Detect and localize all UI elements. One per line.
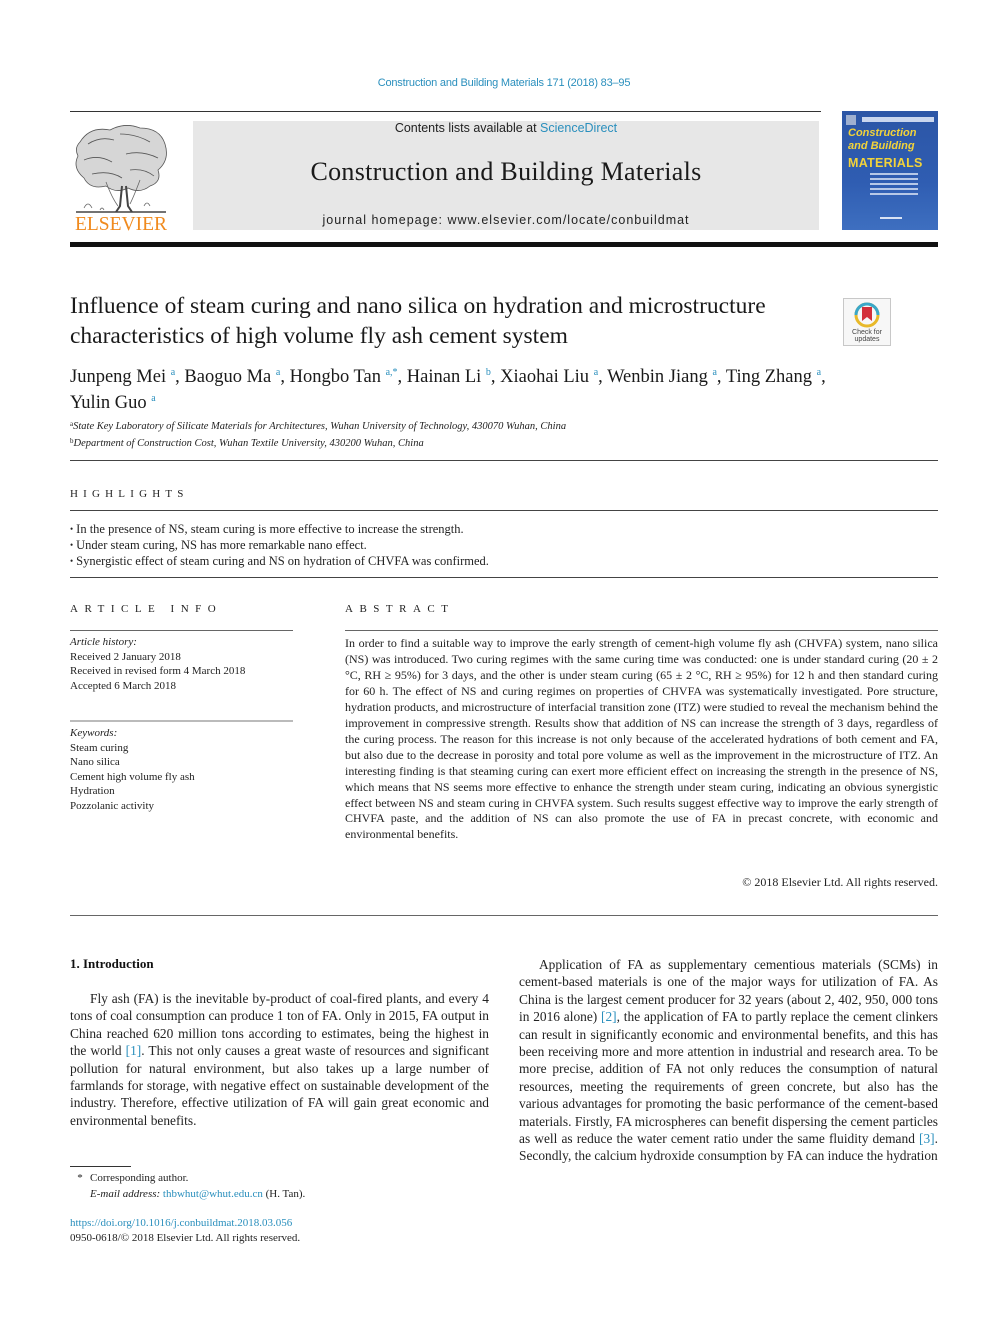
author-affiliation-marker[interactable]: a [171,367,175,378]
author-affiliation-marker[interactable]: a,* [386,367,398,378]
author-affiliation-marker[interactable]: a [151,393,155,404]
doi-block: https://doi.org/10.1016/j.conbuildmat.20… [70,1216,300,1246]
section-divider [70,510,938,511]
cover-top-bar [862,117,934,122]
contents-prefix: Contents lists available at [394,121,541,135]
sciencedirect-link[interactable]: ScienceDirect [540,121,617,135]
article-history: Article history: Received 2 January 2018… [70,635,245,693]
elsevier-logo[interactable]: ELSEVIER [70,120,172,235]
abstract-heading: ABSTRACT [345,603,455,615]
keywords-label: Keywords: [70,727,118,739]
article-info-divider [70,630,293,631]
body-paragraph-left: Fly ash (FA) is the inevitable by-produc… [70,990,489,1129]
email-label: E-mail address: [90,1188,161,1200]
check-updates-line-1: Check for [852,329,883,336]
highlights-list: In the presence of NS, steam curing is m… [70,521,930,569]
history-entry: Accepted 6 March 2018 [70,679,176,692]
journal-name: Construction and Building Materials [310,157,702,186]
citation-link[interactable]: [1] [126,1043,142,1058]
author-link[interactable]: Junpeng Mei [70,367,166,387]
journal-homepage-link[interactable]: journal homepage: www.elsevier.com/locat… [193,213,819,227]
cover-title: Construction and Building [848,127,916,153]
footnote-star: * [77,1172,83,1184]
author-link[interactable]: Hainan Li [407,367,482,387]
cover-subtitle-lines [870,173,918,198]
affiliation-text: Department of Construction Cost, Wuhan T… [73,438,424,449]
doi-link[interactable]: https://doi.org/10.1016/j.conbuildmat.20… [70,1216,300,1231]
author-link[interactable]: Wenbin Jiang [607,367,708,387]
citation-link[interactable]: [2] [601,1009,617,1024]
highlights-heading: HIGHLIGHTS [70,488,189,500]
history-entry: Received 2 January 2018 [70,650,181,663]
affiliation-text: State Key Laboratory of Silicate Materia… [73,421,567,432]
affiliation-item: aState Key Laboratory of Silicate Materi… [70,417,930,434]
check-for-updates-button[interactable]: Check for updates [843,298,891,346]
check-updates-line-2: updates [855,336,880,343]
history-entry: Received in revised form 4 March 2018 [70,665,246,677]
corresponding-author-note: Corresponding author. [90,1172,189,1184]
abstract-copyright: © 2018 Elsevier Ltd. All rights reserved… [742,875,938,889]
article-title: Influence of steam curing and nano silic… [70,293,766,349]
affiliations: aState Key Laboratory of Silicate Materi… [70,417,930,451]
cover-publisher-icon [846,115,856,125]
author-affiliation-marker[interactable]: a [594,367,598,378]
check-updates-icon: Check for updates [852,302,883,343]
cover-title-line-1: Construction [848,127,917,139]
footnote: * Corresponding author. E-mail address: t… [70,1170,305,1202]
affiliation-item: bDepartment of Construction Cost, Wuhan … [70,434,930,451]
header-top-rule [70,111,821,112]
abstract-divider [345,630,938,631]
issn-copyright: 0950-0618/© 2018 Elsevier Ltd. All right… [70,1232,301,1244]
author-list: Junpeng Mei a, Baoguo Ma a, Hongbo Tan a… [70,367,826,413]
keyword-item: Pozzolanic activity [70,799,154,812]
cover-title-line-2: and Building [848,140,915,152]
journal-cover-thumbnail[interactable]: Construction and Building MATERIALS [842,111,938,230]
author-link[interactable]: Yulin Guo [70,393,147,413]
highlight-item: In the presence of NS, steam curing is m… [70,521,930,537]
section-divider [70,577,938,578]
keywords-divider [70,720,293,722]
elsevier-tree-icon: ELSEVIER [75,125,167,235]
keywords: Keywords: Steam curing Nano silica Cemen… [70,726,195,813]
section-divider [70,915,938,916]
keyword-item: Nano silica [70,756,120,768]
cover-footer-mark [880,217,902,219]
abstract-text: In order to find a suitable way to impro… [345,636,938,842]
author-affiliation-marker[interactable]: a [817,367,821,378]
author-link[interactable]: Baoguo Ma [184,367,271,387]
author-affiliation-marker[interactable]: b [486,367,491,378]
section-heading-introduction: 1. Introduction [70,956,154,971]
elsevier-wordmark: ELSEVIER [75,214,167,232]
header-thick-rule [70,242,938,247]
author-link[interactable]: Xiaohai Liu [500,367,589,387]
email-suffix: (H. Tan). [262,1188,306,1200]
body-paragraph-right: Application of FA as supplementary cemen… [519,956,938,1165]
highlight-item: Under steam curing, NS has more remarkab… [70,537,930,553]
email-link[interactable]: thbwhut@whut.edu.cn [163,1188,263,1200]
citation-link[interactable]: [3] [919,1131,935,1146]
keyword-item: Steam curing [70,741,129,754]
keyword-item: Cement high volume fly ash [70,770,195,783]
keyword-item: Hydration [70,785,115,797]
article-history-label: Article history: [70,636,137,648]
cover-title-line-3: MATERIALS [848,156,923,170]
paragraph-text: , the application of FA to partly replac… [519,1009,939,1147]
contents-available-line: Contents lists available at ScienceDirec… [193,121,819,135]
author-link[interactable]: Ting Zhang [726,367,812,387]
section-divider [70,460,938,461]
author-link[interactable]: Hongbo Tan [290,367,381,387]
journal-reference-link[interactable]: Construction and Building Materials 171 … [0,77,992,89]
highlight-item: Synergistic effect of steam curing and N… [70,553,930,569]
article-info-heading: ARTICLE INFO [70,603,223,615]
author-affiliation-marker[interactable]: a [276,367,280,378]
author-affiliation-marker[interactable]: a [712,367,716,378]
footnote-rule [70,1166,131,1167]
